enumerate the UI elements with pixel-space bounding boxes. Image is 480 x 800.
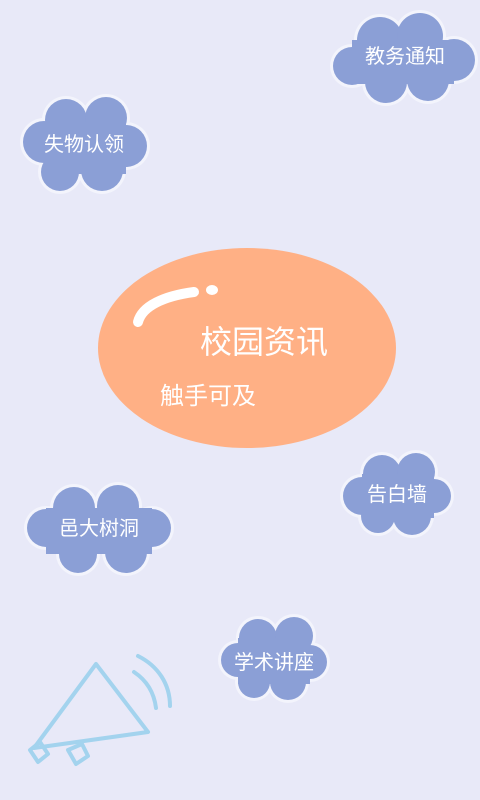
lost-and-found-button[interactable]: 失物认领 — [18, 92, 150, 196]
notice-wall-label: 告白墙 — [367, 482, 427, 506]
academic-notice-label: 教务通知 — [365, 44, 445, 68]
lost-and-found-label: 失物认领 — [44, 132, 124, 156]
lectures-button[interactable]: 学术讲座 — [218, 612, 330, 704]
home-screen: 教务通知 失物认领 校园资讯 触手可及 告白墙 邑大树洞 学术讲座 — [0, 0, 480, 800]
tree-hole-button[interactable]: 邑大树洞 — [22, 482, 176, 578]
academic-notice-button[interactable]: 教务通知 — [330, 10, 480, 106]
hero-title: 校园资讯 — [200, 323, 329, 361]
tree-hole-label: 邑大树洞 — [59, 516, 139, 540]
notice-wall-button[interactable]: 告白墙 — [340, 450, 454, 538]
hero-subtitle: 触手可及 — [160, 382, 256, 410]
megaphone-icon — [28, 654, 172, 766]
lectures-label: 学术讲座 — [234, 650, 314, 674]
